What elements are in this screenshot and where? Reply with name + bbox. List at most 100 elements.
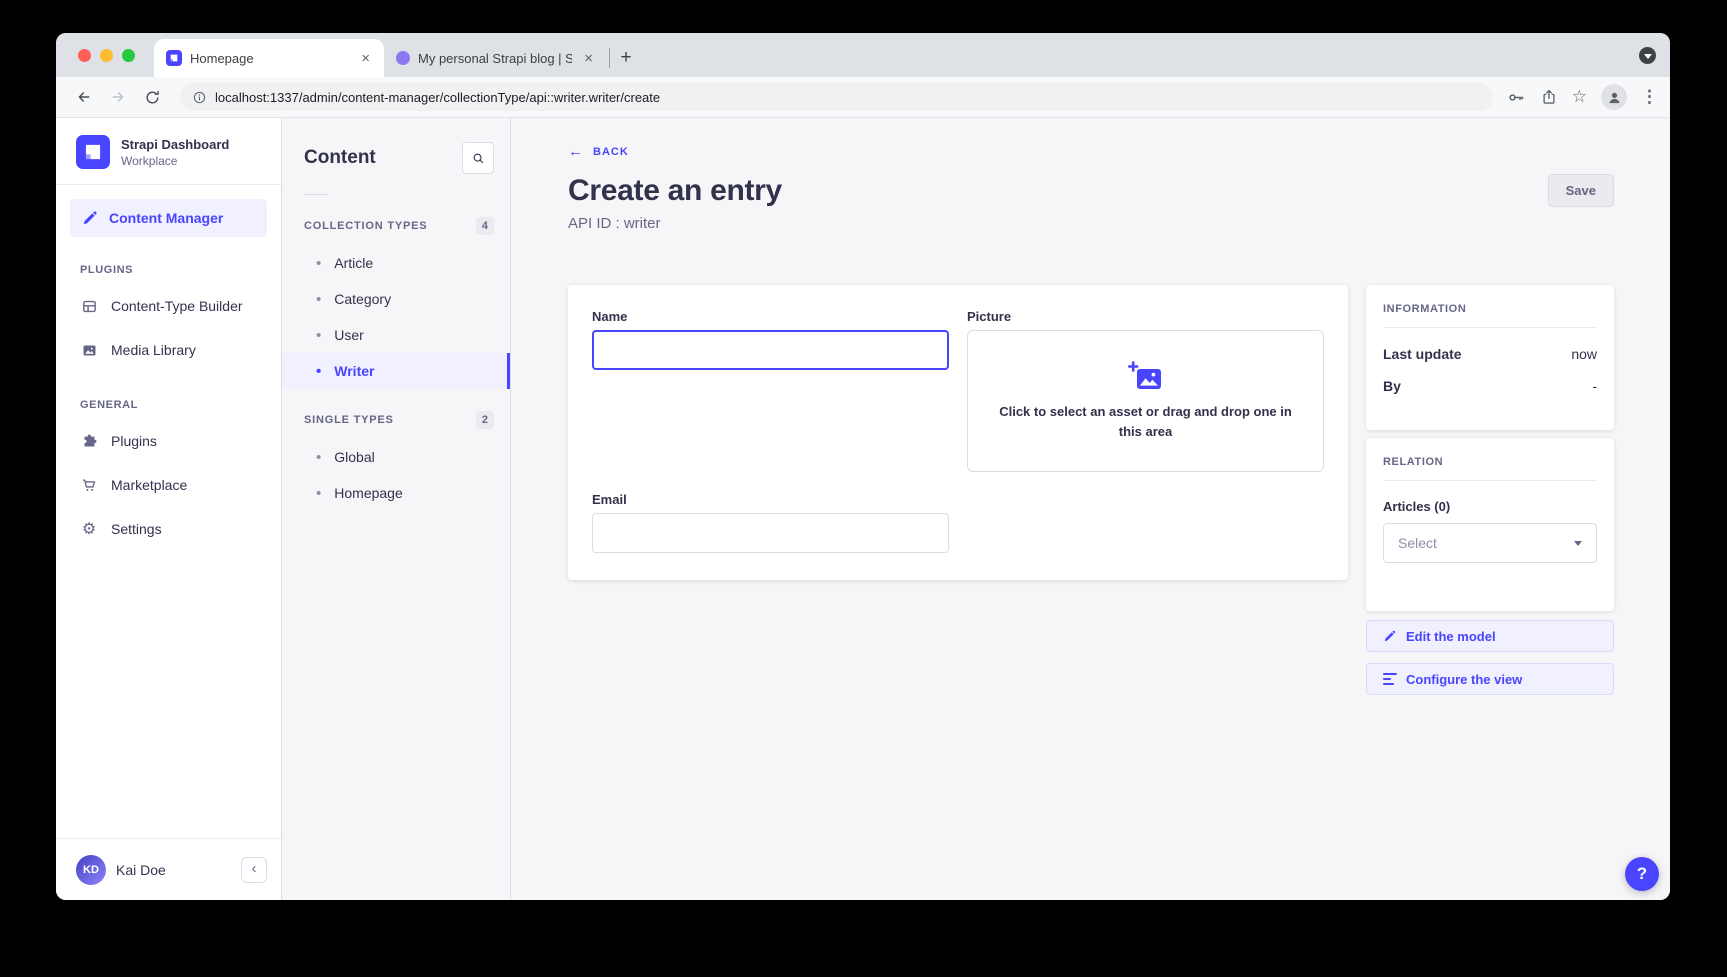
tab-strapi-blog[interactable]: My personal Strapi blog | Strap × bbox=[384, 39, 607, 77]
back-button[interactable] bbox=[70, 83, 98, 111]
sidebar-user-row: KD Kai Doe ‹ bbox=[56, 838, 281, 900]
user-avatar[interactable]: KD bbox=[76, 855, 106, 885]
minimize-window-button[interactable] bbox=[100, 49, 113, 62]
sidebar-item-content-type-builder[interactable]: Content-Type Builder bbox=[56, 284, 281, 328]
information-card: INFORMATION Last update now By - bbox=[1366, 285, 1614, 430]
new-tab-button[interactable]: + bbox=[612, 44, 640, 72]
browser-menu-icon[interactable]: ⋮ bbox=[1641, 87, 1658, 107]
subnav-item-article[interactable]: • Article bbox=[282, 245, 510, 281]
subnav-item-category[interactable]: • Category bbox=[282, 281, 510, 317]
edit-model-button[interactable]: Edit the model bbox=[1366, 620, 1614, 652]
save-button[interactable]: Save bbox=[1548, 174, 1614, 207]
back-link[interactable]: ← BACK bbox=[568, 144, 629, 159]
toolbar-actions: ☆ ⋮ bbox=[1507, 84, 1658, 110]
bullet-icon: • bbox=[316, 291, 321, 308]
subnav-item-label: Article bbox=[334, 255, 373, 271]
information-title: INFORMATION bbox=[1383, 303, 1597, 315]
group-label-single-types: SINGLE TYPES bbox=[304, 414, 394, 426]
picture-field-label: Picture bbox=[967, 309, 1324, 324]
person-icon bbox=[1606, 89, 1623, 106]
group-label-collection-types: COLLECTION TYPES bbox=[304, 220, 427, 232]
bullet-icon: • bbox=[316, 327, 321, 344]
name-field-label: Name bbox=[592, 309, 949, 324]
back-arrow-icon bbox=[75, 88, 93, 106]
subnav-item-writer[interactable]: • Writer bbox=[282, 353, 510, 389]
sidebar-item-settings[interactable]: ⚙ Settings bbox=[56, 507, 281, 551]
bullet-icon: • bbox=[316, 485, 321, 502]
blog-favicon-icon bbox=[396, 51, 410, 65]
tab-title: Homepage bbox=[190, 51, 349, 66]
picture-upload-dropzone[interactable]: Click to select an asset or drag and dro… bbox=[967, 330, 1324, 472]
subnav-item-homepage[interactable]: • Homepage bbox=[282, 475, 510, 511]
configure-view-button[interactable]: Configure the view bbox=[1366, 663, 1614, 695]
entry-form-card: Name Email Picture bbox=[568, 285, 1348, 580]
divider bbox=[304, 194, 328, 195]
configure-view-label: Configure the view bbox=[1406, 672, 1522, 687]
sidebar-section-plugins: PLUGINS bbox=[80, 264, 281, 276]
subnav-item-label: Homepage bbox=[334, 485, 403, 501]
sidebar-item-media-library[interactable]: Media Library bbox=[56, 328, 281, 372]
right-panel: INFORMATION Last update now By - RELATIO… bbox=[1366, 285, 1614, 695]
help-button[interactable]: ? bbox=[1625, 857, 1659, 891]
tab-search-button[interactable] bbox=[1639, 47, 1656, 64]
collapse-sidebar-button[interactable]: ‹ bbox=[241, 857, 267, 883]
subnav-item-user[interactable]: • User bbox=[282, 317, 510, 353]
caret-down-icon bbox=[1574, 541, 1582, 546]
url-bar[interactable]: localhost:1337/admin/content-manager/col… bbox=[180, 83, 1493, 111]
subnav-item-label: Writer bbox=[334, 363, 374, 379]
subnav-item-label: Category bbox=[334, 291, 391, 307]
relation-card: RELATION Articles (0) Select bbox=[1366, 438, 1614, 611]
forward-button[interactable] bbox=[104, 83, 132, 111]
browser-window: Homepage × My personal Strapi blog | Str… bbox=[56, 33, 1670, 900]
info-icon[interactable] bbox=[192, 90, 207, 105]
by-value: - bbox=[1592, 378, 1597, 394]
traffic-lights bbox=[78, 49, 135, 62]
main-content: ← BACK Create an entry Save API ID : wri… bbox=[511, 118, 1670, 900]
chevron-down-icon bbox=[1644, 54, 1652, 59]
password-key-icon[interactable] bbox=[1507, 88, 1526, 107]
sidebar-item-marketplace[interactable]: Marketplace bbox=[56, 463, 281, 507]
reload-button[interactable] bbox=[138, 83, 166, 111]
workspace-header[interactable]: Strapi Dashboard Workplace bbox=[56, 118, 281, 184]
last-update-value: now bbox=[1571, 346, 1597, 362]
single-types-count-badge: 2 bbox=[476, 411, 494, 429]
divider bbox=[1383, 480, 1597, 481]
content-subnav: Content COLLECTION TYPES 4 • Article • C… bbox=[282, 118, 511, 900]
email-input[interactable] bbox=[592, 513, 949, 553]
select-placeholder: Select bbox=[1398, 535, 1437, 551]
divider bbox=[1383, 327, 1597, 328]
articles-select[interactable]: Select bbox=[1383, 523, 1597, 563]
subnav-item-global[interactable]: • Global bbox=[282, 439, 510, 475]
search-button[interactable] bbox=[462, 142, 494, 174]
sidebar-item-plugins[interactable]: Plugins bbox=[56, 419, 281, 463]
collection-types-count-badge: 4 bbox=[476, 217, 494, 235]
last-update-label: Last update bbox=[1383, 346, 1462, 362]
sidebar-item-label: Plugins bbox=[111, 433, 157, 449]
subnav-item-label: User bbox=[334, 327, 364, 343]
sidebar-item-label: Content Manager bbox=[109, 210, 223, 226]
close-window-button[interactable] bbox=[78, 49, 91, 62]
tab-close-icon[interactable]: × bbox=[357, 49, 374, 68]
tab-homepage[interactable]: Homepage × bbox=[154, 39, 384, 77]
tab-close-icon[interactable]: × bbox=[580, 49, 597, 68]
tab-separator bbox=[609, 48, 610, 68]
back-arrow-icon: ← bbox=[568, 144, 584, 159]
reload-icon bbox=[144, 89, 161, 106]
share-icon[interactable] bbox=[1540, 88, 1558, 106]
zoom-window-button[interactable] bbox=[122, 49, 135, 62]
by-label: By bbox=[1383, 378, 1401, 394]
browser-profile-avatar[interactable] bbox=[1601, 84, 1627, 110]
bookmark-star-icon[interactable]: ☆ bbox=[1572, 87, 1587, 107]
strapi-favicon-icon bbox=[166, 50, 182, 66]
name-input[interactable] bbox=[592, 330, 949, 370]
workspace-name: Workplace bbox=[121, 154, 229, 168]
bullet-icon: • bbox=[316, 449, 321, 466]
search-icon bbox=[471, 151, 486, 166]
articles-relation-label: Articles (0) bbox=[1383, 499, 1597, 514]
layout-icon bbox=[80, 298, 98, 315]
tab-strip: Homepage × My personal Strapi blog | Str… bbox=[56, 33, 1670, 77]
sidebar-item-content-manager[interactable]: Content Manager bbox=[70, 199, 267, 237]
subnav-item-label: Global bbox=[334, 449, 374, 465]
user-name: Kai Doe bbox=[116, 862, 166, 878]
bullet-icon: • bbox=[316, 363, 321, 380]
